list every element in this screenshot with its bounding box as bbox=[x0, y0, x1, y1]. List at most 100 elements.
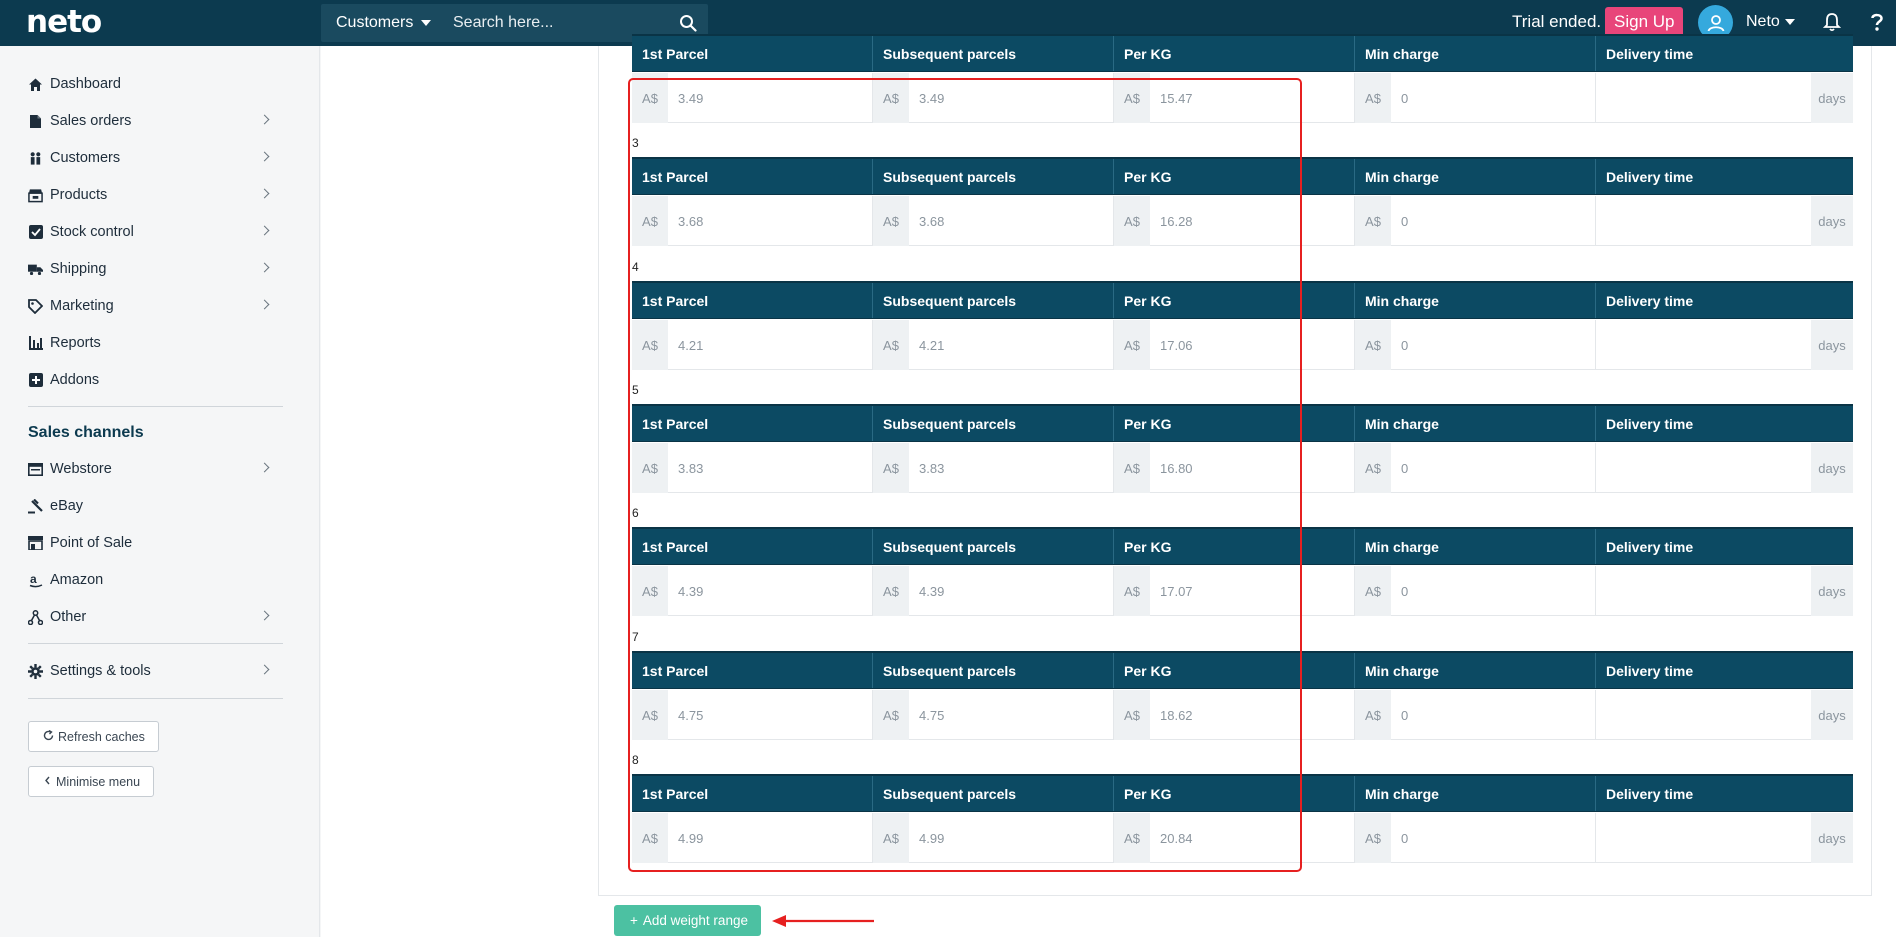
sidebar-item-settings-tools[interactable]: Settings & tools bbox=[28, 659, 270, 683]
delivery-time-field[interactable]: days bbox=[1596, 320, 1853, 370]
price-field[interactable]: A$ 16.80 bbox=[1114, 443, 1355, 493]
price-value[interactable]: 4.99 bbox=[668, 813, 872, 863]
delivery-time-input[interactable] bbox=[1596, 73, 1811, 123]
delivery-time-input[interactable] bbox=[1596, 690, 1811, 740]
search-input[interactable] bbox=[449, 14, 668, 32]
delivery-time-field[interactable]: days bbox=[1596, 566, 1853, 616]
price-field[interactable]: A$ 4.39 bbox=[873, 566, 1114, 616]
search-scope-dropdown[interactable]: Customers bbox=[321, 14, 449, 32]
price-value[interactable]: 0 bbox=[1391, 320, 1595, 370]
sidebar-item-stock-control[interactable]: Stock control bbox=[28, 220, 270, 244]
sidebar-item-dashboard[interactable]: Dashboard bbox=[28, 72, 268, 96]
price-value[interactable]: 0 bbox=[1391, 690, 1595, 740]
price-value[interactable]: 17.07 bbox=[1150, 566, 1354, 616]
delivery-time-field[interactable]: days bbox=[1596, 813, 1853, 863]
price-value[interactable]: 0 bbox=[1391, 566, 1595, 616]
window-icon bbox=[28, 462, 43, 477]
price-field[interactable]: A$ 17.06 bbox=[1114, 320, 1355, 370]
sidebar-item-ebay[interactable]: eBay bbox=[28, 494, 268, 518]
price-field[interactable]: A$ 3.68 bbox=[873, 196, 1114, 246]
user-menu[interactable]: Neto bbox=[1746, 13, 1795, 31]
price-field[interactable]: A$ 4.99 bbox=[632, 813, 873, 863]
sidebar-item-point-of-sale[interactable]: Point of Sale bbox=[28, 531, 268, 555]
price-value[interactable]: 15.47 bbox=[1150, 73, 1354, 123]
help-button[interactable] bbox=[1870, 12, 1884, 37]
column-header: Delivery time bbox=[1606, 538, 1694, 555]
delivery-time-field[interactable]: days bbox=[1596, 690, 1853, 740]
price-value[interactable]: 4.39 bbox=[668, 566, 872, 616]
delivery-time-input[interactable] bbox=[1596, 196, 1811, 246]
refresh-caches-button[interactable]: Refresh caches bbox=[28, 721, 159, 752]
price-field[interactable]: A$ 20.84 bbox=[1114, 813, 1355, 863]
price-field[interactable]: A$ 18.62 bbox=[1114, 690, 1355, 740]
price-value[interactable]: 16.80 bbox=[1150, 443, 1354, 493]
price-field[interactable]: A$ 4.75 bbox=[632, 690, 873, 740]
delivery-time-input[interactable] bbox=[1596, 566, 1811, 616]
sidebar-item-reports[interactable]: Reports bbox=[28, 331, 268, 355]
price-value[interactable]: 3.83 bbox=[668, 443, 872, 493]
price-field[interactable]: A$ 3.49 bbox=[632, 73, 873, 123]
price-value[interactable]: 0 bbox=[1391, 73, 1595, 123]
price-field[interactable]: A$ 4.39 bbox=[632, 566, 873, 616]
days-addon: days bbox=[1811, 813, 1853, 863]
sidebar-item-webstore[interactable]: Webstore bbox=[28, 457, 270, 481]
delivery-time-input[interactable] bbox=[1596, 320, 1811, 370]
price-value[interactable]: 3.49 bbox=[909, 73, 1113, 123]
currency-addon: A$ bbox=[1114, 813, 1150, 863]
sidebar-item-amazon[interactable]: a Amazon bbox=[28, 568, 268, 592]
price-field[interactable]: A$ 15.47 bbox=[1114, 73, 1355, 123]
neto-logo[interactable]: neto bbox=[26, 4, 102, 40]
sidebar-item-marketing[interactable]: Marketing bbox=[28, 294, 270, 318]
price-field[interactable]: A$ 0 bbox=[1355, 813, 1596, 863]
price-value[interactable]: 4.21 bbox=[909, 320, 1113, 370]
delivery-time-field[interactable]: days bbox=[1596, 196, 1853, 246]
price-field[interactable]: A$ 4.75 bbox=[873, 690, 1114, 740]
price-field[interactable]: A$ 3.83 bbox=[632, 443, 873, 493]
price-field[interactable]: A$ 3.49 bbox=[873, 73, 1114, 123]
price-field[interactable]: A$ 0 bbox=[1355, 196, 1596, 246]
sidebar-item-sales-orders[interactable]: Sales orders bbox=[28, 109, 270, 133]
price-field[interactable]: A$ 0 bbox=[1355, 320, 1596, 370]
price-field[interactable]: A$ 3.68 bbox=[632, 196, 873, 246]
price-value[interactable]: 4.21 bbox=[668, 320, 872, 370]
sidebar-item-addons[interactable]: Addons bbox=[28, 368, 268, 392]
price-field[interactable]: A$ 0 bbox=[1355, 443, 1596, 493]
minimise-menu-button[interactable]: Minimise menu bbox=[28, 766, 155, 797]
delivery-time-input[interactable] bbox=[1596, 813, 1811, 863]
price-value[interactable]: 3.49 bbox=[668, 73, 872, 123]
sidebar-item-other[interactable]: Other bbox=[28, 605, 270, 629]
delivery-time-input[interactable] bbox=[1596, 443, 1811, 493]
sidebar-item-products[interactable]: Products bbox=[28, 183, 270, 207]
column-header: Per KG bbox=[1114, 406, 1355, 441]
sign-up-button[interactable]: Sign Up bbox=[1605, 7, 1684, 37]
delivery-time-field[interactable]: days bbox=[1596, 443, 1853, 493]
price-value[interactable]: 0 bbox=[1391, 196, 1595, 246]
price-field[interactable]: A$ 0 bbox=[1355, 73, 1596, 123]
sidebar-item-customers[interactable]: Customers bbox=[28, 146, 270, 170]
price-field[interactable]: A$ 17.07 bbox=[1114, 566, 1355, 616]
price-value[interactable]: 0 bbox=[1391, 443, 1595, 493]
price-value[interactable]: 17.06 bbox=[1150, 320, 1354, 370]
price-field[interactable]: A$ 4.99 bbox=[873, 813, 1114, 863]
delivery-time-field[interactable]: days bbox=[1596, 73, 1853, 123]
price-field[interactable]: A$ 4.21 bbox=[873, 320, 1114, 370]
price-field[interactable]: A$ 16.28 bbox=[1114, 196, 1355, 246]
sidebar-item-shipping[interactable]: Shipping bbox=[28, 257, 270, 281]
price-value[interactable]: 4.99 bbox=[909, 813, 1113, 863]
sidebar-item-label: Reports bbox=[50, 335, 101, 351]
add-weight-range-button[interactable]: + Add weight range bbox=[614, 905, 761, 936]
price-value[interactable]: 4.39 bbox=[909, 566, 1113, 616]
price-value[interactable]: 0 bbox=[1391, 813, 1595, 863]
price-value[interactable]: 4.75 bbox=[668, 690, 872, 740]
price-field[interactable]: A$ 0 bbox=[1355, 690, 1596, 740]
price-field[interactable]: A$ 4.21 bbox=[632, 320, 873, 370]
price-field[interactable]: A$ 0 bbox=[1355, 566, 1596, 616]
price-value[interactable]: 3.83 bbox=[909, 443, 1113, 493]
price-value[interactable]: 4.75 bbox=[909, 690, 1113, 740]
price-field[interactable]: A$ 3.83 bbox=[873, 443, 1114, 493]
price-value[interactable]: 18.62 bbox=[1150, 690, 1354, 740]
price-value[interactable]: 16.28 bbox=[1150, 196, 1354, 246]
price-value[interactable]: 3.68 bbox=[909, 196, 1113, 246]
price-value[interactable]: 3.68 bbox=[668, 196, 872, 246]
price-value[interactable]: 20.84 bbox=[1150, 813, 1354, 863]
